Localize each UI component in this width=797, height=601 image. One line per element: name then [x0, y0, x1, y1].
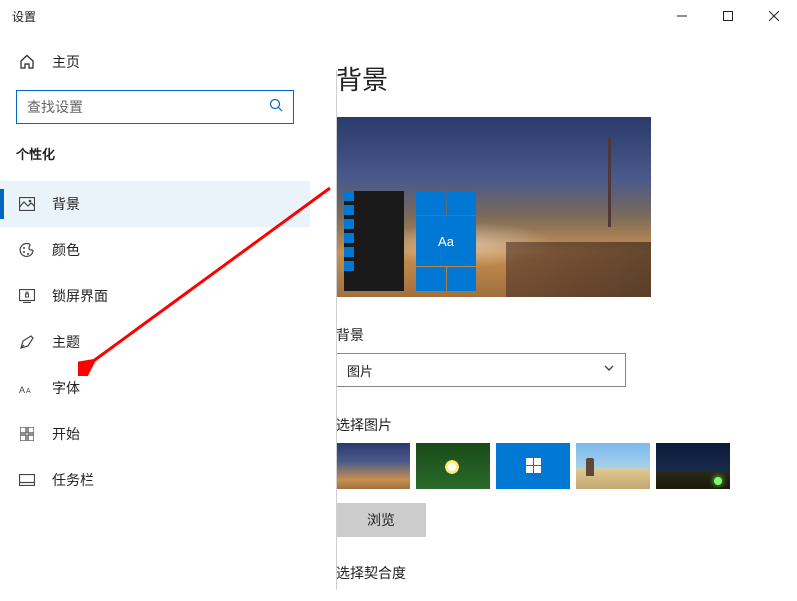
- nav-list: 背景 颜色 锁屏界面: [0, 181, 310, 503]
- browse-button[interactable]: 浏览: [336, 503, 426, 537]
- picture-icon: [18, 197, 36, 211]
- home-nav[interactable]: 主页: [0, 42, 310, 82]
- sidebar-item-taskbar[interactable]: 任务栏: [0, 457, 310, 503]
- sidebar-item-label: 锁屏界面: [52, 286, 108, 306]
- sidebar-item-label: 字体: [52, 378, 80, 398]
- sidebar-item-themes[interactable]: 主题: [0, 319, 310, 365]
- sidebar-item-label: 任务栏: [52, 470, 94, 490]
- picture-thumb-2[interactable]: [496, 443, 570, 489]
- minimize-button[interactable]: [659, 0, 705, 32]
- theme-icon: [18, 334, 36, 350]
- taskbar-icon: [18, 474, 36, 486]
- home-icon: [18, 54, 36, 70]
- section-title: 个性化: [0, 136, 310, 181]
- fit-label: 选择契合度: [336, 563, 797, 583]
- sidebar-item-label: 颜色: [52, 240, 80, 260]
- background-type-dropdown[interactable]: 图片: [336, 353, 626, 387]
- page-heading: 背景: [336, 60, 797, 97]
- search-input-container[interactable]: [16, 90, 294, 124]
- choose-picture-label: 选择图片: [336, 415, 797, 435]
- sidebar-item-lockscreen[interactable]: 锁屏界面: [0, 273, 310, 319]
- svg-text:A: A: [26, 388, 31, 395]
- sidebar-item-background[interactable]: 背景: [0, 181, 310, 227]
- palette-icon: [18, 242, 36, 258]
- main-content: 背景 Aa 背景 图片 选择图片: [310, 32, 797, 601]
- sidebar: 主页 个性化 背景: [0, 32, 310, 601]
- svg-text:A: A: [19, 385, 25, 395]
- sidebar-item-fonts[interactable]: AA 字体: [0, 365, 310, 411]
- desktop-preview: Aa: [336, 117, 651, 297]
- search-icon: [269, 98, 283, 117]
- sidebar-item-label: 开始: [52, 424, 80, 444]
- font-icon: AA: [18, 381, 36, 395]
- vertical-divider: [336, 70, 337, 590]
- sidebar-item-label: 主题: [52, 332, 80, 352]
- home-label: 主页: [52, 52, 80, 72]
- preview-sample-tile: Aa: [416, 216, 476, 266]
- sidebar-item-label: 背景: [52, 194, 80, 214]
- sidebar-item-colors[interactable]: 颜色: [0, 227, 310, 273]
- picture-thumb-3[interactable]: [576, 443, 650, 489]
- picture-thumb-4[interactable]: [656, 443, 730, 489]
- picture-thumb-1[interactable]: [416, 443, 490, 489]
- sidebar-item-start[interactable]: 开始: [0, 411, 310, 457]
- picture-thumbnails: [336, 443, 797, 489]
- dropdown-value: 图片: [347, 361, 603, 380]
- chevron-down-icon: [603, 361, 615, 379]
- lockscreen-icon: [18, 289, 36, 303]
- window-title: 设置: [12, 8, 36, 25]
- start-icon: [18, 427, 36, 441]
- close-button[interactable]: [751, 0, 797, 32]
- background-label: 背景: [336, 325, 797, 345]
- search-input[interactable]: [27, 99, 269, 115]
- maximize-button[interactable]: [705, 0, 751, 32]
- picture-thumb-0[interactable]: [336, 443, 410, 489]
